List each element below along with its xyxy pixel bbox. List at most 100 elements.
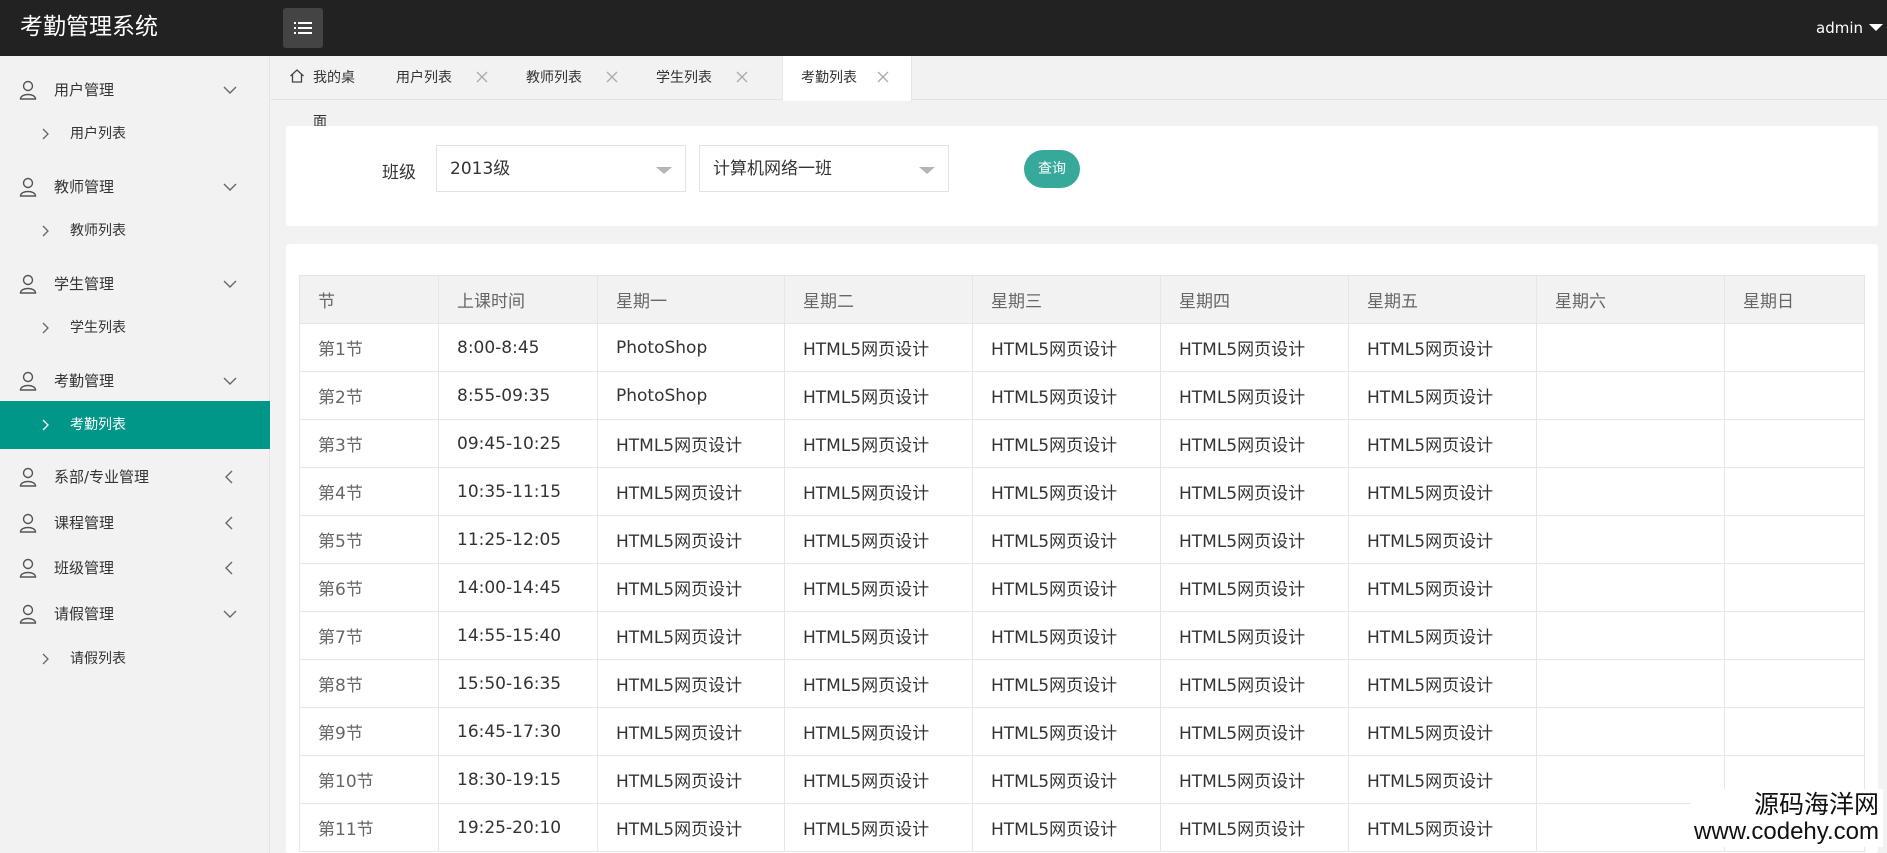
table-row: 第10节 18:30-19:15 HTML5网页设计 HTML5网页设计 HTML5网页… <box>299 755 1865 804</box>
course-cell: HTML5网页设计 <box>597 419 785 468</box>
caret-down-icon <box>656 167 672 174</box>
course-cell <box>1536 419 1725 468</box>
course-cell: HTML5网页设计 <box>972 467 1161 516</box>
sidebar-item-label: 教师列表 <box>70 223 126 239</box>
time-cell: 8:00-8:45 <box>438 323 598 372</box>
grade-select[interactable]: 2013级 <box>436 145 686 192</box>
course-cell: HTML5网页设计 <box>1160 371 1349 420</box>
time-cell: 14:55-15:40 <box>438 611 598 660</box>
column-header: 星期六 <box>1536 275 1725 324</box>
period-cell: 第1节 <box>299 323 439 372</box>
user-icon <box>19 177 37 197</box>
course-cell: HTML5网页设计 <box>1160 707 1349 756</box>
sidebar-group[interactable]: 班级管理 <box>0 548 270 588</box>
filter-panel: 班级 2013级 计算机网络一班 查询 <box>286 126 1878 226</box>
course-cell: HTML5网页设计 <box>784 467 973 516</box>
sidebar-item[interactable]: 学生列表 <box>0 304 270 352</box>
sidebar-item[interactable]: 考勤列表 <box>0 401 270 449</box>
course-cell: HTML5网页设计 <box>784 611 973 660</box>
column-header: 星期三 <box>972 275 1161 324</box>
table-row: 第3节 09:45-10:25 HTML5网页设计 HTML5网页设计 HTML5网页设… <box>299 419 1865 468</box>
home-icon <box>290 69 304 83</box>
tab-desktop[interactable]: 我的桌面 <box>271 56 368 130</box>
course-cell: HTML5网页设计 <box>972 371 1161 420</box>
chevron-down-icon <box>223 86 237 94</box>
chevron-left-icon <box>225 470 233 484</box>
period-cell: 第10节 <box>299 755 439 804</box>
course-cell: HTML5网页设计 <box>784 659 973 708</box>
tab-teacher-list[interactable]: 教师列表 <box>526 56 626 100</box>
sidebar-group[interactable]: 课程管理 <box>0 503 270 543</box>
course-cell <box>1724 659 1865 708</box>
time-cell: 15:50-16:35 <box>438 659 598 708</box>
sidebar-group[interactable]: 请假管理 <box>0 594 270 634</box>
course-cell: HTML5网页设计 <box>1160 323 1349 372</box>
chevron-down-icon <box>223 377 237 385</box>
period-cell: 第6节 <box>299 563 439 612</box>
course-cell <box>1536 707 1725 756</box>
course-cell: HTML5网页设计 <box>1348 419 1537 468</box>
chevron-down-icon <box>223 610 237 618</box>
chevron-right-icon <box>42 128 49 140</box>
course-cell: HTML5网页设计 <box>972 563 1161 612</box>
menu-toggle-button[interactable] <box>283 8 323 48</box>
course-cell <box>1536 467 1725 516</box>
sidebar-group[interactable]: 考勤管理 <box>0 361 270 401</box>
time-cell: 10:35-11:15 <box>438 467 598 516</box>
user-icon <box>19 604 37 624</box>
sidebar-item[interactable]: 用户列表 <box>0 110 270 158</box>
course-cell: HTML5网页设计 <box>1348 371 1537 420</box>
course-cell: HTML5网页设计 <box>1348 563 1537 612</box>
course-cell: HTML5网页设计 <box>597 611 785 660</box>
class-select[interactable]: 计算机网络一班 <box>699 145 949 192</box>
course-cell: HTML5网页设计 <box>972 323 1161 372</box>
top-header: 考勤管理系统 admin <box>0 0 1887 56</box>
sidebar-item[interactable]: 教师列表 <box>0 207 270 255</box>
sidebar-group[interactable]: 学生管理 <box>0 264 270 304</box>
tab-student-list[interactable]: 学生列表 <box>656 56 756 100</box>
course-cell: HTML5网页设计 <box>1160 659 1349 708</box>
query-button[interactable]: 查询 <box>1024 150 1080 188</box>
sidebar-group[interactable]: 教师管理 <box>0 167 270 207</box>
sidebar-item-label: 用户列表 <box>70 126 126 142</box>
tab-bar: 我的桌面 用户列表 教师列表 学生列表 考勤列表 <box>271 56 1887 130</box>
close-icon[interactable] <box>877 71 889 83</box>
column-header: 星期四 <box>1160 275 1349 324</box>
course-cell: HTML5网页设计 <box>597 803 785 852</box>
course-cell: HTML5网页设计 <box>784 323 973 372</box>
course-cell: HTML5网页设计 <box>1160 563 1349 612</box>
sidebar-item-label: 请假列表 <box>70 651 126 667</box>
sidebar-group[interactable]: 用户管理 <box>0 70 270 110</box>
table-row: 第1节 8:00-8:45 PhotoShop HTML5网页设计 HTML5网页设计 H… <box>299 323 1865 372</box>
course-cell <box>1724 371 1865 420</box>
column-header: 星期一 <box>597 275 785 324</box>
course-cell: HTML5网页设计 <box>784 755 973 804</box>
caret-down-icon <box>919 167 935 174</box>
sidebar-item[interactable]: 请假列表 <box>0 635 270 683</box>
user-menu[interactable]: admin <box>1816 0 1887 56</box>
close-icon[interactable] <box>476 71 488 83</box>
tab-label: 学生列表 <box>656 70 712 86</box>
chevron-right-icon <box>42 653 49 665</box>
chevron-left-icon <box>225 561 233 575</box>
course-cell: HTML5网页设计 <box>784 515 973 564</box>
time-cell: 09:45-10:25 <box>438 419 598 468</box>
tab-attendance-list[interactable]: 考勤列表 <box>782 56 912 101</box>
course-cell: HTML5网页设计 <box>972 419 1161 468</box>
close-icon[interactable] <box>736 71 748 83</box>
course-cell <box>1536 611 1725 660</box>
sidebar-group[interactable]: 系部/专业管理 <box>0 457 270 497</box>
course-cell: HTML5网页设计 <box>784 803 973 852</box>
tab-user-list[interactable]: 用户列表 <box>396 56 496 100</box>
course-cell: HTML5网页设计 <box>597 707 785 756</box>
course-cell: PhotoShop <box>597 323 785 372</box>
course-cell <box>1724 467 1865 516</box>
sidebar-group-label: 系部/专业管理 <box>54 468 150 486</box>
course-cell: HTML5网页设计 <box>972 659 1161 708</box>
sidebar-group-label: 班级管理 <box>54 559 115 577</box>
chevron-right-icon <box>42 225 49 237</box>
table-row: 第8节 15:50-16:35 HTML5网页设计 HTML5网页设计 HTML5网页设… <box>299 659 1865 708</box>
course-cell: HTML5网页设计 <box>972 611 1161 660</box>
course-cell <box>1536 371 1725 420</box>
close-icon[interactable] <box>606 71 618 83</box>
